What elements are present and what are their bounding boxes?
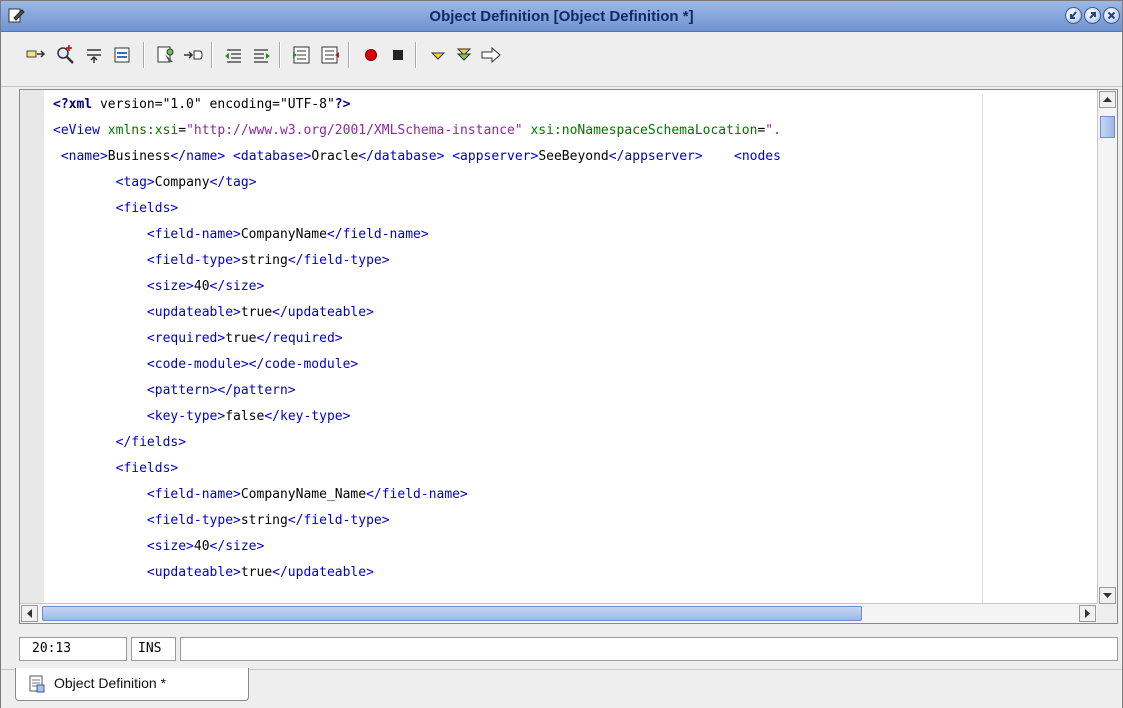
tab-label: Object Definition * xyxy=(54,675,167,691)
code-line: <name>Business</name> <database>Oracle</… xyxy=(60,149,781,164)
code-line: <size>40</size> xyxy=(146,279,265,294)
xml-editor[interactable]: <?xml version="1.0" encoding="UTF-8"?> <e… xyxy=(19,89,1118,624)
horizontal-scroll-thumb[interactable] xyxy=(42,606,862,621)
record-macro-icon[interactable] xyxy=(360,44,382,66)
status-message xyxy=(180,637,1118,661)
code-line: <field-type>string</field-type> xyxy=(146,513,390,528)
document-tab-bar: Object Definition * xyxy=(1,668,1122,708)
scroll-down-button[interactable] xyxy=(1099,587,1116,604)
status-bar: 20:13 INS xyxy=(19,637,1118,662)
vertical-scroll-thumb[interactable] xyxy=(1100,116,1115,138)
code-line: <field-type>string</field-type> xyxy=(146,253,390,268)
editor-toolbar xyxy=(1,32,1122,87)
horizontal-scrollbar[interactable] xyxy=(20,603,1098,623)
code-line: <updateable>true</updateable> xyxy=(146,305,374,320)
title-bar[interactable]: Object Definition [Object Definition *] xyxy=(1,1,1122,32)
close-button[interactable] xyxy=(1103,7,1120,24)
code-line: <key-type>false</key-type> xyxy=(146,409,351,424)
shift-right-icon[interactable] xyxy=(250,44,272,66)
check-xml-icon[interactable] xyxy=(427,44,449,66)
find-icon[interactable] xyxy=(25,44,47,66)
code-line: <?xml version="1.0" encoding="UTF-8"?> xyxy=(53,97,351,112)
code-line: <pattern></pattern> xyxy=(146,383,296,398)
transform-icon[interactable] xyxy=(480,44,502,66)
right-margin-line xyxy=(982,94,983,604)
maximize-button[interactable] xyxy=(1084,7,1101,24)
previous-occurrence-icon[interactable] xyxy=(84,44,106,66)
find-selection-icon[interactable] xyxy=(54,44,76,66)
tab-object-definition[interactable]: Object Definition * xyxy=(15,668,249,701)
uncomment-icon[interactable] xyxy=(319,44,341,66)
comment-icon[interactable] xyxy=(291,44,313,66)
scroll-up-button[interactable] xyxy=(1099,91,1116,108)
code-line: <code-module></code-module> xyxy=(146,357,359,372)
code-line: <size>40</size> xyxy=(146,539,265,554)
stop-macro-icon[interactable] xyxy=(387,44,409,66)
toggle-bookmark-icon[interactable] xyxy=(155,44,177,66)
code-line: </fields> xyxy=(115,435,187,450)
next-occurrence-icon[interactable] xyxy=(112,44,134,66)
code-line: <tag>Company</tag> xyxy=(115,175,257,190)
scrollbar-corner xyxy=(1097,604,1117,623)
document-icon xyxy=(28,675,46,698)
code-line: <fields> xyxy=(115,201,179,216)
insert-mode-indicator: INS xyxy=(131,637,176,661)
scroll-left-button[interactable] xyxy=(21,605,38,622)
next-bookmark-icon[interactable] xyxy=(182,44,204,66)
validate-xml-icon[interactable] xyxy=(453,44,475,66)
scroll-right-button[interactable] xyxy=(1079,605,1096,622)
code-line: <eView xmlns:xsi="http://www.w3.org/2001… xyxy=(53,123,781,138)
code-line: <field-name>CompanyName_Name</field-name… xyxy=(146,487,468,502)
editor-gutter xyxy=(20,90,44,605)
minimize-button[interactable] xyxy=(1065,7,1082,24)
code-area[interactable]: <?xml version="1.0" encoding="UTF-8"?> <e… xyxy=(53,94,1098,604)
editor-window: Object Definition [Object Definition *] xyxy=(0,0,1123,708)
code-line: <field-name>CompanyName</field-name> xyxy=(146,227,429,242)
cursor-position: 20:13 xyxy=(19,637,127,661)
window-title: Object Definition [Object Definition *] xyxy=(429,8,694,25)
code-line: <required>true</required> xyxy=(146,331,343,346)
shift-left-icon[interactable] xyxy=(223,44,245,66)
code-line: <updateable>true</updateable> xyxy=(146,565,374,580)
vertical-scrollbar[interactable] xyxy=(1097,90,1117,605)
code-line: <fields> xyxy=(115,461,179,476)
